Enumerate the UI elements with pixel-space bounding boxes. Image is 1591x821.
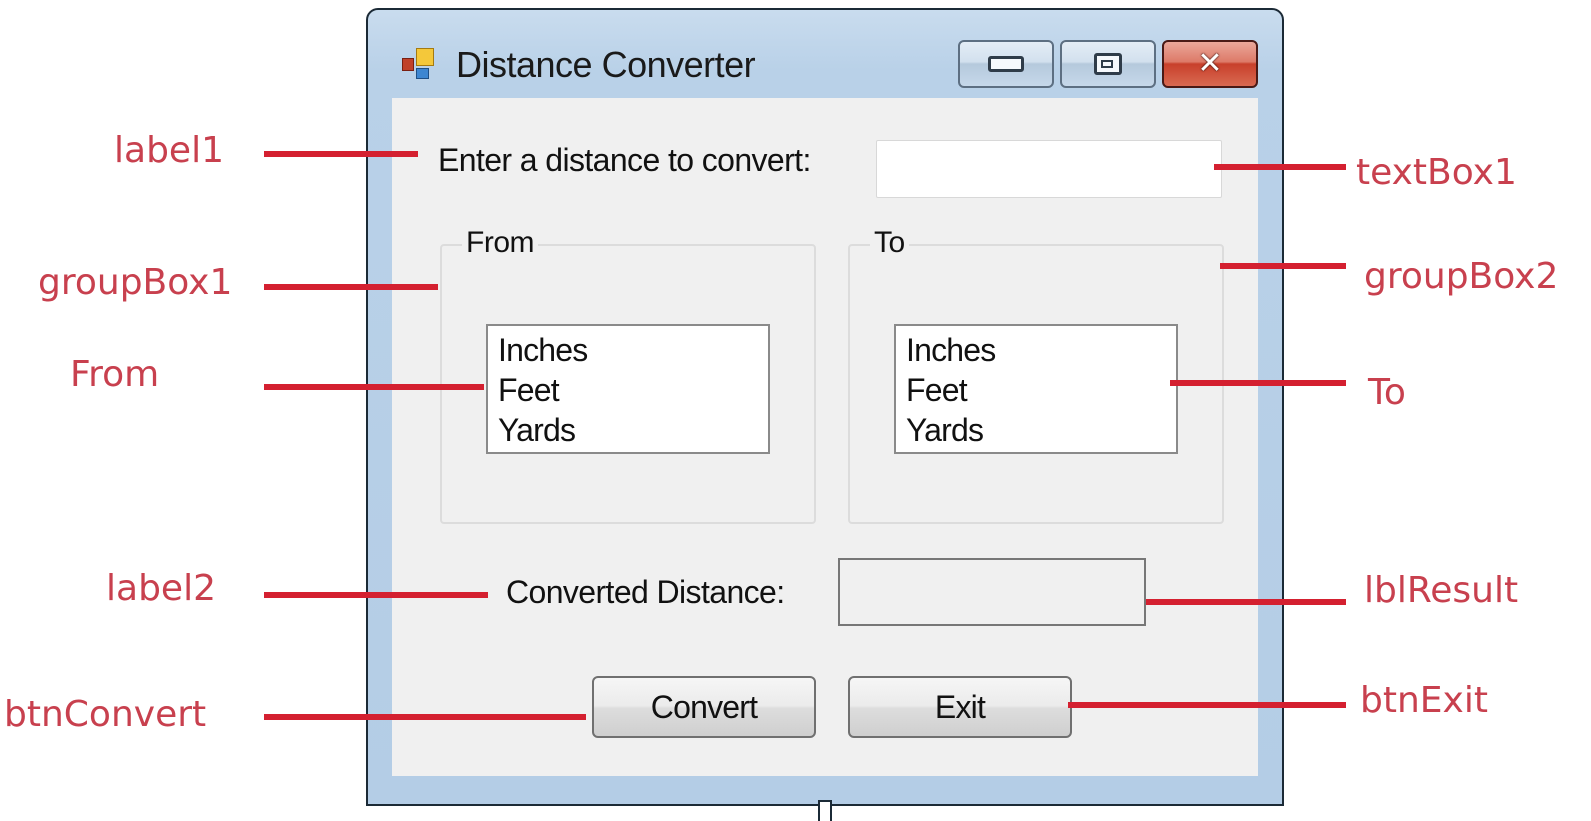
annotation-textbox1: textBox1 (1356, 152, 1517, 193)
from-list-item[interactable]: Yards (498, 410, 758, 450)
groupbox-from: From Inches Feet Yards (440, 226, 816, 524)
minimize-button[interactable] (958, 40, 1054, 88)
annotation-line (264, 284, 438, 290)
annotation-line (264, 384, 484, 390)
label2: Converted Distance: (506, 574, 785, 610)
annotation-line (264, 714, 586, 720)
result-label (838, 558, 1146, 626)
label1: Enter a distance to convert: (438, 142, 811, 178)
to-list-item[interactable]: Yards (906, 410, 1166, 450)
annotation-groupbox2: groupBox2 (1364, 256, 1559, 297)
annotation-line (1170, 380, 1346, 386)
annotation-line (264, 592, 488, 598)
from-list-item[interactable]: Inches (498, 330, 758, 370)
app-icon (400, 46, 440, 86)
convert-button[interactable]: Convert (592, 676, 816, 738)
minimize-icon (988, 56, 1024, 72)
annotation-from: From (70, 354, 160, 395)
annotation-label2: label2 (106, 568, 216, 609)
annotation-label1: label1 (114, 130, 224, 171)
annotation-lblresult: lblResult (1364, 570, 1519, 611)
window-resize-notch (818, 800, 832, 821)
annotation-line (1146, 599, 1346, 605)
title-bar[interactable]: Distance Converter ✕ (368, 10, 1282, 98)
maximize-button[interactable] (1060, 40, 1156, 88)
groupbox-to: To Inches Feet Yards (848, 226, 1224, 524)
annotation-line (1068, 702, 1346, 708)
annotation-btnexit: btnExit (1360, 680, 1488, 721)
form-client-area: Enter a distance to convert: From Inches… (392, 98, 1258, 776)
annotation-line (1220, 263, 1346, 269)
maximize-icon (1094, 53, 1122, 75)
annotation-line (1214, 164, 1346, 170)
exit-button[interactable]: Exit (848, 676, 1072, 738)
to-list-item[interactable]: Inches (906, 330, 1166, 370)
from-listbox[interactable]: Inches Feet Yards (486, 324, 770, 454)
distance-input[interactable] (876, 140, 1222, 198)
distance-converter-window: Distance Converter ✕ Enter a distance to… (366, 8, 1284, 806)
from-list-item[interactable]: Feet (498, 370, 758, 410)
annotation-groupbox1: groupBox1 (38, 262, 233, 303)
annotation-to: To (1368, 372, 1406, 413)
to-list-item[interactable]: Feet (906, 370, 1166, 410)
annotation-btnconvert: btnConvert (4, 694, 207, 735)
groupbox-from-title: From (462, 226, 538, 260)
close-button[interactable]: ✕ (1162, 40, 1258, 88)
groupbox-to-title: To (870, 226, 909, 260)
close-icon: ✕ (1197, 46, 1223, 81)
window-title: Distance Converter (456, 44, 756, 85)
annotation-line (264, 151, 418, 157)
to-listbox[interactable]: Inches Feet Yards (894, 324, 1178, 454)
